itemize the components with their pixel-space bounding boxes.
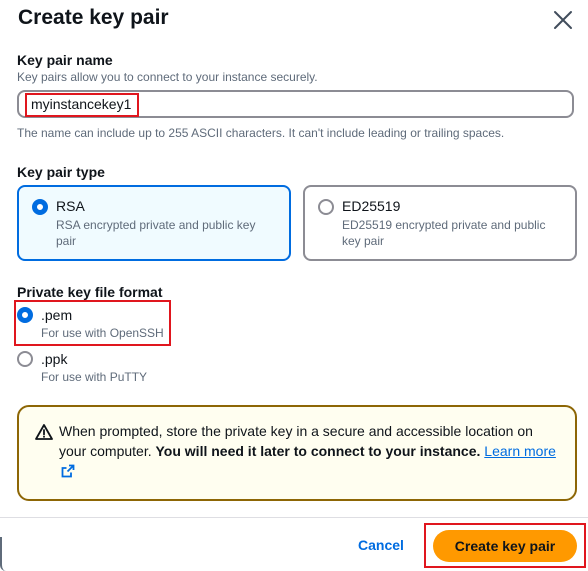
key-name-label: Key pair name xyxy=(17,52,113,68)
external-link-icon xyxy=(61,464,75,478)
file-format-label: Private key file format xyxy=(17,284,163,300)
close-button[interactable] xyxy=(552,9,574,31)
key-name-field[interactable] xyxy=(17,90,574,118)
rsa-title: RSA xyxy=(56,198,85,214)
create-key-pair-dialog: Create key pair Key pair name Key pairs … xyxy=(0,0,588,571)
key-type-option-ed25519[interactable]: ED25519 ED25519 encrypted private and pu… xyxy=(303,185,577,261)
footer-divider xyxy=(0,517,588,518)
ppk-description: For use with PuTTY xyxy=(41,370,148,384)
learn-more-link[interactable]: Learn more xyxy=(484,443,556,459)
key-name-constraint: The name can include up to 255 ASCII cha… xyxy=(17,126,505,140)
cancel-button[interactable]: Cancel xyxy=(350,537,412,557)
rsa-description-line1: RSA encrypted private and public key xyxy=(56,218,256,232)
ed25519-title: ED25519 xyxy=(342,198,401,214)
ed25519-radio[interactable] xyxy=(318,199,334,215)
pem-description: For use with OpenSSH xyxy=(41,326,164,340)
learn-more-text: Learn more xyxy=(484,443,556,459)
warning-icon xyxy=(35,424,53,440)
pem-title: .pem xyxy=(41,307,73,323)
pem-radio[interactable] xyxy=(17,307,33,323)
ed25519-description-line1: ED25519 encrypted private and public xyxy=(342,218,546,232)
ppk-radio[interactable] xyxy=(17,351,33,367)
window-corner xyxy=(0,537,6,571)
dialog-title: Create key pair xyxy=(18,6,169,29)
warning-alert: When prompted, store the private key in … xyxy=(17,405,577,501)
rsa-radio[interactable] xyxy=(32,199,48,215)
rsa-description-line2: pair xyxy=(56,234,77,248)
alert-text-bold: You will need it later to connect to you… xyxy=(155,443,481,459)
key-name-input[interactable] xyxy=(31,96,431,112)
create-key-pair-button[interactable]: Create key pair xyxy=(433,530,577,562)
alert-message: When prompted, store the private key in … xyxy=(59,421,559,481)
key-name-description: Key pairs allow you to connect to your i… xyxy=(17,70,318,84)
close-icon xyxy=(554,11,572,29)
ppk-title: .ppk xyxy=(41,351,68,367)
key-type-label: Key pair type xyxy=(17,164,105,180)
ed25519-description-line2: key pair xyxy=(342,234,385,248)
key-type-option-rsa[interactable]: RSA RSA encrypted private and public key… xyxy=(17,185,291,261)
